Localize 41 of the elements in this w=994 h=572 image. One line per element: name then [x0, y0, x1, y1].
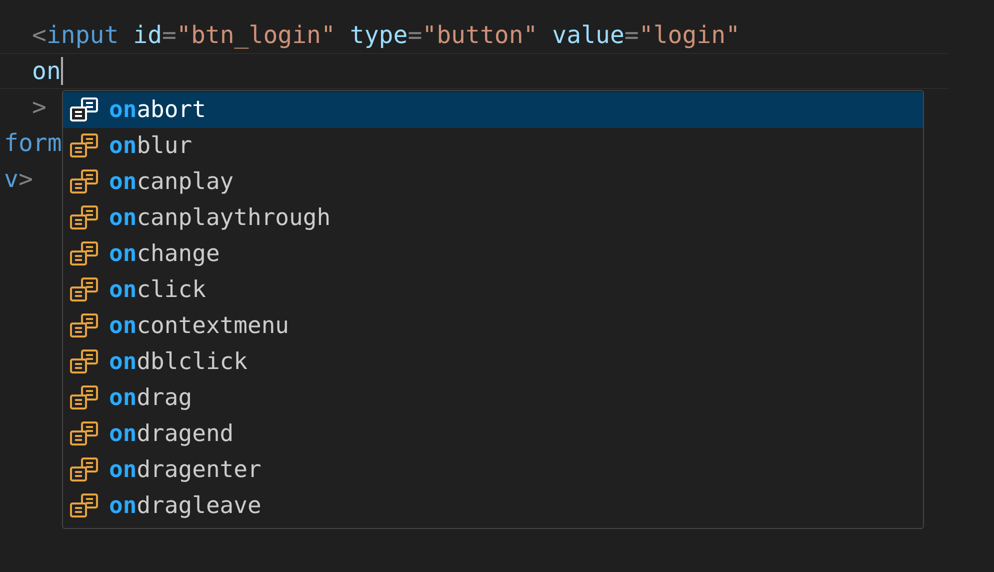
- text-cursor: [60, 57, 63, 85]
- suggestion-item[interactable]: onclick: [63, 272, 923, 308]
- suggestion-item[interactable]: ondragleave: [63, 488, 923, 524]
- suggestion-item[interactable]: onabort: [63, 92, 923, 128]
- symbol-icon: [69, 241, 99, 267]
- suggestion-item[interactable]: oncontextmenu: [63, 308, 923, 344]
- code-token: value: [552, 21, 624, 49]
- code-token: >: [32, 93, 46, 121]
- code-token: "btn_login": [176, 21, 336, 49]
- suggestion-item[interactable]: onchange: [63, 236, 923, 272]
- code-token: input: [46, 21, 119, 49]
- suggestion-item[interactable]: oncanplay: [63, 164, 923, 200]
- symbol-icon: [69, 313, 99, 339]
- code-token: id: [133, 21, 162, 49]
- code-token: >: [18, 165, 33, 193]
- suggestion-item[interactable]: ondragenter: [63, 452, 923, 488]
- code-token: =: [162, 21, 176, 49]
- symbol-icon: [69, 349, 99, 375]
- code-token: v: [4, 165, 18, 193]
- symbol-icon: [69, 457, 99, 483]
- suggestion-item[interactable]: ondragend: [63, 416, 923, 452]
- suggestion-item[interactable]: onblur: [63, 128, 923, 164]
- code-token: =: [408, 21, 422, 49]
- symbol-icon: [69, 493, 99, 519]
- symbol-icon: [69, 169, 99, 195]
- symbol-icon: [69, 421, 99, 447]
- symbol-icon: [69, 205, 99, 231]
- symbol-icon: [69, 385, 99, 411]
- code-token: form: [4, 129, 62, 157]
- code-token: "button": [422, 21, 538, 49]
- symbol-icon: [69, 277, 99, 303]
- code-token: "login": [638, 21, 740, 49]
- symbol-icon: [69, 133, 99, 159]
- suggestion-item[interactable]: oncanplaythrough: [63, 200, 923, 236]
- code-token: =: [624, 21, 639, 49]
- symbol-icon: [69, 97, 99, 123]
- suggestion-item[interactable]: ondblclick: [63, 344, 923, 380]
- code-token: on: [32, 57, 61, 85]
- suggestion-item[interactable]: ondrag: [63, 380, 923, 416]
- code-token: type: [350, 21, 408, 49]
- code-token: <: [32, 21, 46, 49]
